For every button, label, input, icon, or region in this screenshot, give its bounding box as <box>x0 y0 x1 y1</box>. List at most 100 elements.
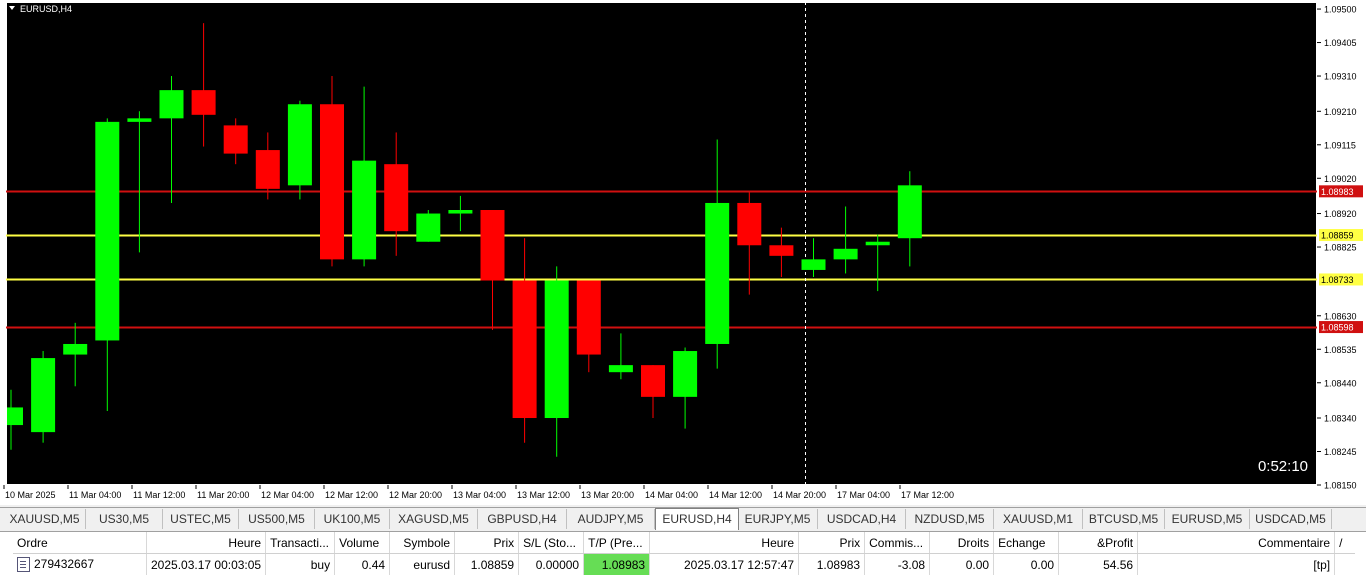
candle-body[interactable] <box>7 407 23 426</box>
candlestick-chart[interactable]: EURUSD,H4 1.09500 1.09405 1.09310 1.09210 1.0… <box>0 0 1366 505</box>
symbol-tab-nzdusd-m5[interactable]: NZDUSD,M5 <box>906 509 994 529</box>
time-axis-label: 14 Mar 20:00 <box>773 490 826 500</box>
symbol-tab-usdcad-m5[interactable]: USDCAD,M5 <box>1250 509 1332 529</box>
cell-commentaire: [tp] <box>1137 553 1336 575</box>
col-droits[interactable]: Droits <box>929 532 995 554</box>
time-axis-label: 10 Mar 2025 <box>5 490 56 500</box>
candle-body[interactable] <box>769 245 794 256</box>
time-axis-label: 12 Mar 20:00 <box>389 490 442 500</box>
price-axis-label: 1.08340 <box>1324 414 1357 424</box>
candle-body[interactable] <box>384 164 409 232</box>
candle-body[interactable] <box>865 241 890 246</box>
col-transaction[interactable]: Transacti... <box>265 532 336 554</box>
candle-body[interactable] <box>673 351 698 397</box>
price-axis-label: 1.08245 <box>1324 447 1357 457</box>
symbol-tab-eurjpy-m5[interactable]: EURJPY,M5 <box>738 509 818 529</box>
symbol-tab-ustec-m5[interactable]: USTEC,M5 <box>163 509 239 529</box>
candle-body[interactable] <box>544 280 569 419</box>
candle-body[interactable] <box>448 210 473 214</box>
candle-body[interactable] <box>480 210 505 281</box>
symbol-tab-xauusd-m1[interactable]: XAUUSD,M1 <box>994 509 1083 529</box>
bar-countdown-timer: 0:52:10 <box>1258 458 1308 475</box>
cell-tp: 1.08983 <box>583 553 651 575</box>
cell-extra <box>1334 553 1356 575</box>
symbol-tab-audjpy-m5[interactable]: AUDJPY,M5 <box>567 509 655 529</box>
price-axis-label: 1.08630 <box>1324 311 1357 321</box>
candle-body[interactable] <box>127 118 152 122</box>
cell-commission: -3.08 <box>864 553 931 575</box>
cell-volume: 0.44 <box>334 553 391 575</box>
col-commentaire[interactable]: Commentaire <box>1137 532 1336 554</box>
col-echange[interactable]: Echange <box>993 532 1060 554</box>
price-tag-label: 1.08733 <box>1321 275 1354 285</box>
price-axis-label: 1.09210 <box>1324 107 1357 117</box>
time-axis-label: 13 Mar 20:00 <box>581 490 634 500</box>
candle-body[interactable] <box>512 280 537 419</box>
cell-ordre: 279432667 <box>13 553 147 575</box>
cell-prix: 1.08859 <box>454 553 520 575</box>
table-row[interactable]: 279432667 2025.03.17 00:03:05 buy 0.44 e… <box>13 553 1356 575</box>
time-axis-label: 17 Mar 12:00 <box>901 490 954 500</box>
document-icon <box>17 557 30 573</box>
symbol-tab-xauusd-m5[interactable]: XAUUSD,M5 <box>4 509 86 529</box>
orders-table: Ordre Heure Transacti... Volume Symbole … <box>13 532 1356 575</box>
symbol-tab-eurusd-m5[interactable]: EURUSD,M5 <box>1165 509 1250 529</box>
symbol-tab-gbpusd-h4[interactable]: GBPUSD,H4 <box>478 509 567 529</box>
candle-body[interactable] <box>63 343 88 355</box>
candle-body[interactable] <box>320 104 344 260</box>
symbol-tab-bar: XAUUSD,M5 US30,M5 USTEC,M5 US500,M5 UK100,M5… <box>0 507 1366 530</box>
price-tag-label: 1.08598 <box>1321 323 1354 333</box>
col-volume[interactable]: Volume <box>334 532 391 554</box>
time-axis-label: 11 Mar 12:00 <box>133 490 185 500</box>
price-axis-label: 1.09310 <box>1324 72 1357 82</box>
price-axis-label: 1.08150 <box>1324 481 1357 491</box>
chart-background <box>6 2 1317 485</box>
col-commission[interactable]: Commis... <box>864 532 931 554</box>
candle-body[interactable] <box>352 160 377 260</box>
col-sl[interactable]: S/L (Sto... <box>518 532 585 554</box>
col-extra[interactable]: / <box>1334 532 1356 554</box>
candle-body[interactable] <box>191 90 216 115</box>
candle-body[interactable] <box>737 202 762 246</box>
candle-body[interactable] <box>255 150 280 189</box>
col-prix[interactable]: Prix <box>454 532 520 554</box>
candle-body[interactable] <box>801 259 826 270</box>
symbol-tab-xagusd-m5[interactable]: XAGUSD,M5 <box>390 509 478 529</box>
symbol-tab-usdcad-h4[interactable]: USDCAD,H4 <box>818 509 906 529</box>
col-profit[interactable]: &Profit <box>1058 532 1139 554</box>
candle-body[interactable] <box>705 202 730 344</box>
candle-body[interactable] <box>576 280 601 355</box>
candle-body[interactable] <box>608 365 633 373</box>
cell-heure-close: 2025.03.17 12:57:47 <box>649 553 800 575</box>
symbol-tab-us30-m5[interactable]: US30,M5 <box>86 509 163 529</box>
col-symbole[interactable]: Symbole <box>389 532 456 554</box>
cell-type: buy <box>265 553 336 575</box>
symbol-tab-uk100-m5[interactable]: UK100,M5 <box>315 509 390 529</box>
symbol-tab-eurusd-h4[interactable]: EURUSD,H4 <box>655 508 739 530</box>
candle-body[interactable] <box>159 90 184 119</box>
ordre-value: 279432667 <box>34 556 95 571</box>
candle-body[interactable] <box>287 104 312 186</box>
candle-body[interactable] <box>897 185 922 239</box>
col-prix-close[interactable]: Prix <box>798 532 866 554</box>
symbol-tab-btcusd-m5[interactable]: BTCUSD,M5 <box>1083 509 1165 529</box>
time-axis-label: 17 Mar 04:00 <box>837 490 890 500</box>
candle-body[interactable] <box>641 365 665 397</box>
symbol-tab-us500-m5[interactable]: US500,M5 <box>239 509 315 529</box>
col-tp[interactable]: T/P (Pre... <box>583 532 651 554</box>
candle-body[interactable] <box>223 125 248 154</box>
col-ordre[interactable]: Ordre <box>13 532 147 554</box>
chart-window[interactable]: EURUSD,H4 1.09500 1.09405 1.09310 1.09210 1.0… <box>0 0 1366 505</box>
candle-body[interactable] <box>416 213 441 242</box>
time-axis-label: 14 Mar 12:00 <box>709 490 762 500</box>
cell-profit: 54.56 <box>1058 553 1139 575</box>
price-tag-label: 1.08983 <box>1321 187 1354 197</box>
candle-body[interactable] <box>833 248 858 260</box>
col-heure[interactable]: Heure <box>146 532 267 554</box>
time-axis-label: 13 Mar 12:00 <box>517 490 570 500</box>
candle-body[interactable] <box>31 358 56 433</box>
col-heure-close[interactable]: Heure <box>649 532 800 554</box>
time-axis-label: 12 Mar 12:00 <box>325 490 378 500</box>
candle-body[interactable] <box>95 121 120 341</box>
time-axis-label: 11 Mar 20:00 <box>197 490 249 500</box>
